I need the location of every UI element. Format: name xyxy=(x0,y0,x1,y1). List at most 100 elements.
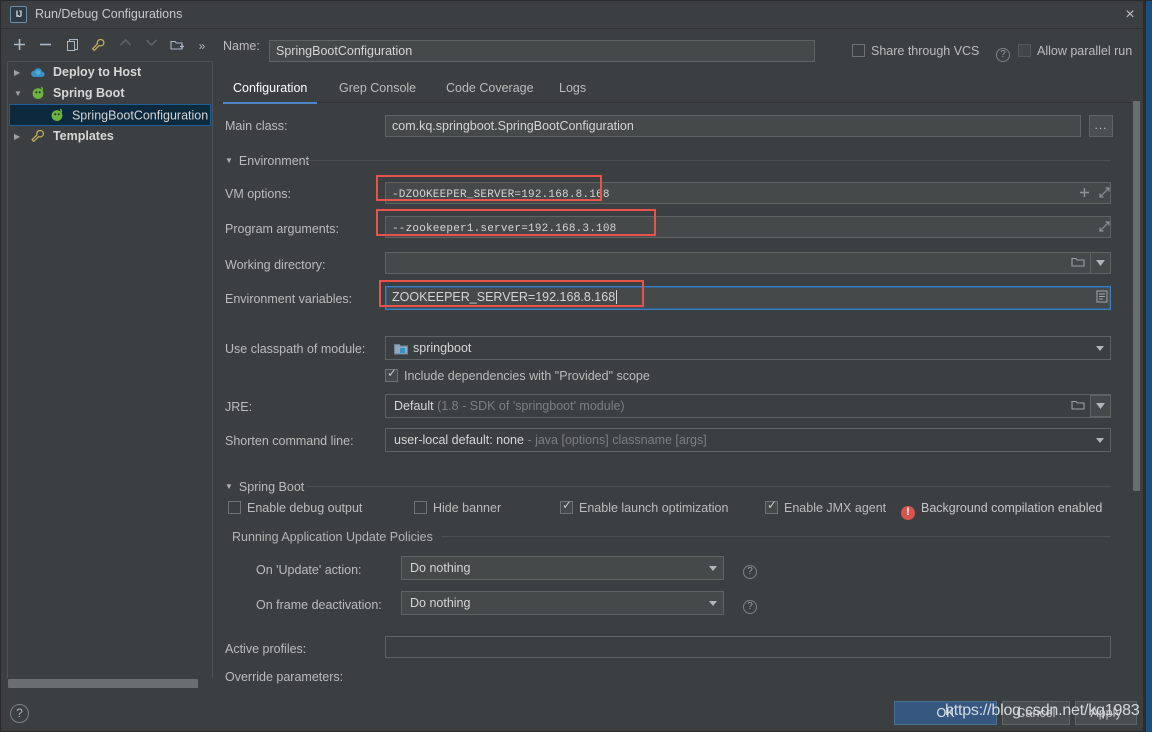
ok-button[interactable]: OK xyxy=(894,701,997,725)
checkbox-box[interactable] xyxy=(414,501,427,514)
working-directory-label: Working directory: xyxy=(225,258,326,272)
checkbox-box[interactable] xyxy=(560,498,573,514)
name-input[interactable]: SpringBootConfiguration xyxy=(269,40,815,62)
update-policies-title: Running Application Update Policies xyxy=(232,530,433,544)
question-icon[interactable]: ? xyxy=(996,48,1010,62)
share-through-vcs-label: Share through VCS xyxy=(871,44,980,58)
environment-variables-edit-icon[interactable] xyxy=(1091,287,1112,307)
tree-item-label: Spring Boot xyxy=(52,86,125,101)
tree-item-label: SpringBootConfiguration xyxy=(71,108,209,123)
tree-item-spring-boot[interactable]: ▼ Spring Boot xyxy=(8,83,212,104)
tab-code-coverage[interactable]: Code Coverage xyxy=(436,75,544,103)
enable-launch-optimization-label: Enable launch optimization xyxy=(579,501,729,515)
on-update-action-label: On 'Update' action: xyxy=(256,563,362,577)
section-collapse-icon[interactable]: ▼ xyxy=(225,482,233,491)
checkbox-box[interactable] xyxy=(1018,44,1031,57)
tab-configuration[interactable]: Configuration xyxy=(223,75,318,104)
on-frame-deactivation-combo[interactable]: Do nothing xyxy=(401,591,724,615)
content-scrollbar-thumb[interactable] xyxy=(1133,101,1140,491)
question-icon[interactable]: ? xyxy=(743,600,757,614)
environment-variables-input[interactable]: ZOOKEEPER_SERVER=192.168.8.168 xyxy=(385,286,1111,310)
window-accent-edge xyxy=(1146,1,1152,732)
jre-combo[interactable]: Default (1.8 - SDK of 'springboot' modul… xyxy=(385,394,1111,418)
run-debug-configurations-dialog: IJ Run/Debug Configurations × » ▶ Deploy… xyxy=(0,0,1152,732)
spring-icon xyxy=(30,86,46,100)
tab-bar: Configuration Grep Console Code Coverage… xyxy=(219,75,1131,104)
hide-banner-checkbox[interactable]: Hide banner xyxy=(414,501,501,515)
enable-debug-output-checkbox[interactable]: Enable debug output xyxy=(228,501,362,515)
enable-jmx-agent-checkbox[interactable]: Enable JMX agent xyxy=(765,498,886,515)
program-arguments-expand-icon[interactable] xyxy=(1094,217,1115,237)
on-frame-deactivation-label: On frame deactivation: xyxy=(256,598,382,612)
enable-debug-output-label: Enable debug output xyxy=(247,501,363,515)
question-icon[interactable]: ? xyxy=(743,565,757,579)
jre-dropdown-button[interactable] xyxy=(1090,395,1111,417)
section-collapse-icon[interactable]: ▼ xyxy=(225,156,233,165)
chevron-down-icon[interactable] xyxy=(1090,337,1110,359)
spring-icon xyxy=(49,108,65,122)
cancel-button[interactable]: Cancel xyxy=(1002,701,1070,725)
expand-arrow-icon[interactable]: ▶ xyxy=(14,126,27,147)
checkbox-box[interactable] xyxy=(385,366,398,382)
move-down-button[interactable] xyxy=(140,35,162,57)
configurations-tree[interactable]: ▶ Deploy to Host ▼ Spring Boot SpringBoo… xyxy=(7,61,213,681)
working-directory-dropdown-button[interactable] xyxy=(1090,252,1111,274)
main-class-input[interactable]: com.kq.springboot.SpringBootConfiguratio… xyxy=(385,115,1081,137)
section-label: Spring Boot xyxy=(238,480,305,494)
classpath-module-combo[interactable]: springboot xyxy=(385,336,1111,360)
enable-launch-optimization-checkbox[interactable]: Enable launch optimization xyxy=(560,498,729,515)
main-class-browse-button[interactable]: ... xyxy=(1089,115,1113,137)
tab-logs[interactable]: Logs xyxy=(549,75,596,103)
on-update-action-value: Do nothing xyxy=(410,561,471,575)
help-icon[interactable]: ? xyxy=(10,704,29,723)
share-vcs-help-icon[interactable]: ? xyxy=(990,44,1016,62)
checkbox-box[interactable] xyxy=(852,44,865,57)
tree-item-deploy-to-host[interactable]: ▶ Deploy to Host xyxy=(8,62,212,83)
error-icon: ! xyxy=(901,506,915,520)
expand-arrow-icon[interactable]: ▶ xyxy=(14,62,27,83)
share-through-vcs-checkbox[interactable]: Share through VCS xyxy=(852,44,979,58)
chevron-down-icon[interactable] xyxy=(1090,429,1110,451)
copy-configuration-button[interactable] xyxy=(61,35,83,57)
checkbox-box[interactable] xyxy=(228,501,241,514)
override-parameters-label: Override parameters: xyxy=(225,670,344,684)
active-profiles-input[interactable] xyxy=(385,636,1111,658)
close-icon[interactable]: × xyxy=(1119,5,1141,25)
on-frame-help-icon[interactable]: ? xyxy=(737,596,763,614)
tree-hscrollbar-thumb[interactable] xyxy=(8,679,198,688)
tree-item-springbootconfiguration[interactable]: SpringBootConfiguration xyxy=(9,104,211,126)
background-compilation-label: Background compilation enabled xyxy=(921,501,1103,515)
move-up-button[interactable] xyxy=(114,35,136,57)
chevron-down-icon[interactable] xyxy=(703,557,723,579)
more-actions-button[interactable]: » xyxy=(191,35,213,57)
new-folder-icon[interactable] xyxy=(166,35,188,57)
window-title: Run/Debug Configurations xyxy=(35,7,183,21)
vm-options-macro-button[interactable] xyxy=(1074,183,1095,203)
shorten-command-line-combo[interactable]: user-local default: none - java [options… xyxy=(385,428,1111,452)
vm-options-value: -DZOOKEEPER_SERVER=192.168.8.168 xyxy=(392,189,610,201)
vm-options-label: VM options: xyxy=(225,187,292,201)
add-configuration-button[interactable] xyxy=(8,35,30,57)
jre-label: JRE: xyxy=(225,400,253,414)
checkbox-box[interactable] xyxy=(765,498,778,514)
vm-options-input[interactable]: -DZOOKEEPER_SERVER=192.168.8.168 xyxy=(385,182,1111,204)
active-profiles-label: Active profiles: xyxy=(225,642,307,656)
working-directory-input[interactable] xyxy=(385,252,1111,274)
chevron-down-icon[interactable] xyxy=(703,592,723,614)
app-icon: IJ xyxy=(10,6,27,23)
collapse-arrow-icon[interactable]: ▼ xyxy=(14,83,27,104)
on-update-action-combo[interactable]: Do nothing xyxy=(401,556,724,580)
apply-button[interactable]: Apply xyxy=(1075,701,1137,725)
jre-browse-icon[interactable] xyxy=(1067,395,1088,415)
remove-configuration-button[interactable] xyxy=(34,35,56,57)
on-update-help-icon[interactable]: ? xyxy=(737,561,763,579)
tree-item-templates[interactable]: ▶ Templates xyxy=(8,126,212,147)
edit-templates-wrench-icon[interactable] xyxy=(87,35,109,57)
tab-grep-console[interactable]: Grep Console xyxy=(329,75,426,103)
tree-toolbar: » xyxy=(1,31,219,61)
allow-parallel-run-checkbox[interactable]: Allow parallel run xyxy=(1018,44,1132,58)
vm-options-expand-icon[interactable] xyxy=(1094,183,1115,203)
include-provided-checkbox[interactable]: Include dependencies with "Provided" sco… xyxy=(385,366,650,383)
working-directory-browse-icon[interactable] xyxy=(1067,252,1088,272)
program-arguments-input[interactable]: --zookeeper1.server=192.168.3.108 xyxy=(385,216,1111,238)
